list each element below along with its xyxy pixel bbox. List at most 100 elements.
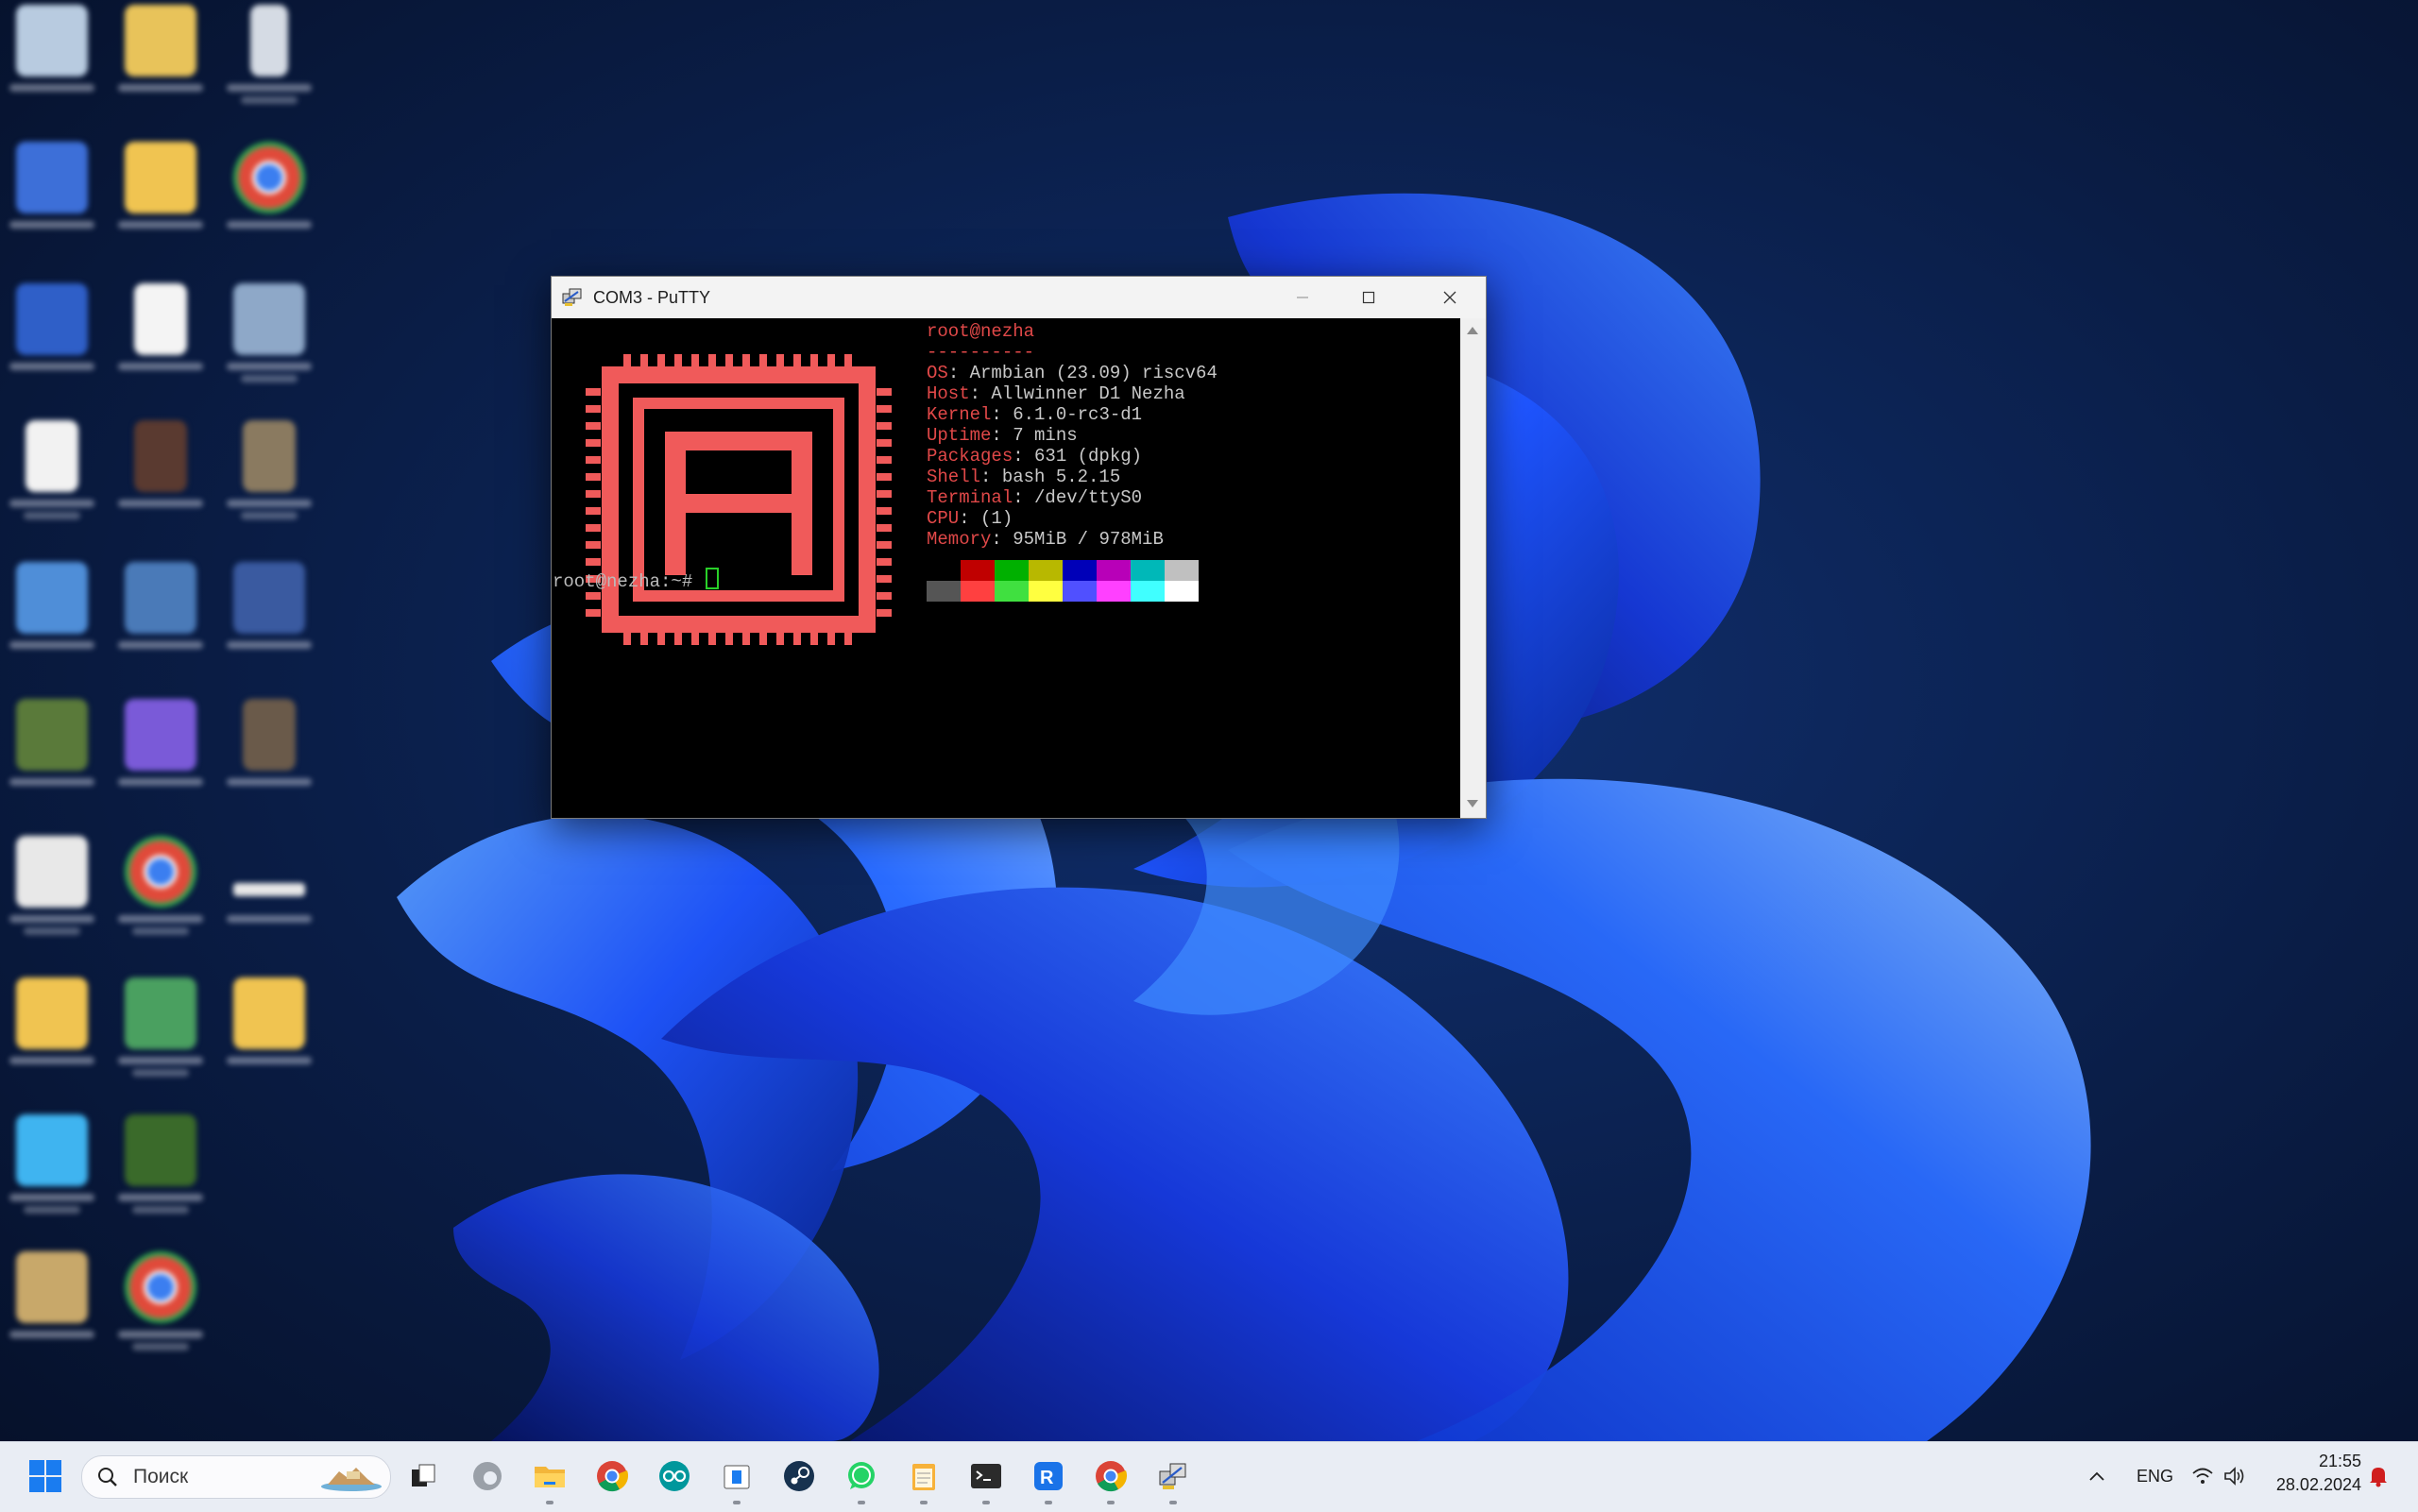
info-value: : 95MiB / 978MiB [991, 529, 1164, 550]
desktop-icon-app[interactable] [104, 1114, 217, 1237]
desktop-icon-chrome[interactable] [104, 1251, 217, 1374]
taskbar-app-edge[interactable] [467, 1455, 508, 1497]
volume-icon [2224, 1467, 2244, 1486]
desktop-icon-folder[interactable] [213, 977, 326, 1100]
desktop-icon-app[interactable] [0, 1251, 109, 1374]
info-key: Kernel [927, 404, 992, 425]
scroll-down-icon[interactable] [1467, 800, 1478, 807]
info-line: Kernel: 6.1.0-rc3-d1 [927, 404, 1142, 425]
desktop-icon-document[interactable] [0, 420, 109, 543]
search-box[interactable]: Поиск [81, 1455, 391, 1499]
taskbar-app-arduino[interactable] [654, 1455, 695, 1497]
desktop-icon-game[interactable] [104, 420, 217, 543]
info-line: Shell: bash 5.2.15 [927, 467, 1120, 487]
clock[interactable]: 21:55 28.02.2024 [2267, 1452, 2361, 1495]
taskbar-app-store[interactable] [716, 1455, 758, 1497]
taskbar-app-notepad[interactable] [903, 1455, 945, 1497]
info-key: CPU [927, 508, 960, 529]
terminal-icon [971, 1464, 1001, 1488]
desktop-icon-setup[interactable] [213, 283, 326, 406]
maximize-button[interactable] [1337, 277, 1401, 318]
notepad-icon [912, 1464, 935, 1490]
prompt-text: root@nezha:~# [553, 571, 704, 592]
color-swatch [927, 560, 961, 581]
edge-icon [473, 1462, 502, 1490]
desktop-icon-document[interactable] [104, 283, 217, 406]
window-titlebar[interactable]: COM3 - PuTTY [552, 277, 1486, 318]
desktop-icon-game[interactable] [213, 699, 326, 822]
info-key: OS [927, 363, 948, 383]
taskbar-app-chrome[interactable] [591, 1455, 633, 1497]
desktop-icon-game[interactable] [0, 836, 109, 959]
desktop-icon-app[interactable] [0, 1114, 109, 1237]
desktop-icon-folder[interactable] [104, 142, 217, 264]
desktop-icon-chrome[interactable] [104, 836, 217, 959]
taskbar-app-chrome[interactable] [1090, 1455, 1132, 1497]
putty-icon [562, 288, 582, 306]
desktop-icon-app[interactable] [104, 699, 217, 822]
start-button[interactable] [25, 1455, 66, 1497]
taskbar-app-whatsapp[interactable] [841, 1455, 882, 1497]
info-value: : 7 mins [991, 425, 1078, 446]
search-highlight-icon [321, 1468, 382, 1491]
info-line: Terminal: /dev/ttyS0 [927, 487, 1142, 508]
minimize-button[interactable] [1270, 277, 1335, 318]
desktop-icon-shortcut[interactable] [213, 836, 326, 959]
network-volume-button[interactable] [2188, 1455, 2250, 1497]
info-key: Packages [927, 446, 1013, 467]
taskbar-app-rstudio[interactable]: R [1028, 1455, 1069, 1497]
desktop-icon-app[interactable] [0, 562, 109, 685]
desktop-icon-recycle-bin[interactable] [0, 5, 109, 127]
info-key: Terminal [927, 487, 1013, 508]
vertical-scrollbar[interactable] [1460, 318, 1486, 818]
color-swatch [961, 560, 995, 581]
desktop-icon-folder[interactable] [104, 5, 217, 127]
taskbar-app-file-explorer[interactable] [529, 1455, 570, 1497]
running-indicator [546, 1501, 553, 1504]
taskbar-app-terminal[interactable] [965, 1455, 1007, 1497]
show-hidden-icons-button[interactable] [2076, 1455, 2118, 1497]
task-view-button[interactable] [402, 1455, 444, 1497]
taskbar-app-putty[interactable] [1152, 1455, 1194, 1497]
running-indicator [982, 1501, 990, 1504]
language-indicator[interactable]: ENG [2137, 1467, 2173, 1487]
putty-window[interactable]: COM3 - PuTTY root@nezha ---------- OS: A… [551, 276, 1487, 819]
info-line: Packages: 631 (dpkg) [927, 446, 1142, 467]
desktop-icon-app[interactable] [213, 562, 326, 685]
info-key: Memory [927, 529, 992, 550]
color-swatch [1165, 581, 1199, 602]
desktop-icon-app[interactable] [213, 5, 326, 127]
running-indicator [733, 1501, 741, 1504]
maximize-icon [1362, 291, 1375, 304]
desktop-icon-game[interactable] [213, 420, 326, 543]
color-swatch [927, 581, 961, 602]
info-value: : 631 (dpkg) [1013, 446, 1143, 467]
task-view-icon [412, 1464, 435, 1487]
scroll-up-icon[interactable] [1467, 327, 1478, 334]
info-line: CPU: (1) [927, 508, 1013, 529]
terminal-area[interactable]: root@nezha ---------- OS: Armbian (23.09… [552, 318, 1460, 818]
running-indicator [858, 1501, 865, 1504]
info-value: : Armbian (23.09) riscv64 [947, 363, 1218, 383]
taskbar-app-steam[interactable] [778, 1455, 820, 1497]
command-prompt[interactable]: root@nezha:~# [553, 568, 719, 592]
desktop-icon-folder[interactable] [0, 977, 109, 1100]
color-swatch [995, 560, 1029, 581]
notifications-button[interactable] [2359, 1455, 2397, 1497]
info-key: Shell [927, 467, 981, 487]
info-line: Memory: 95MiB / 978MiB [927, 529, 1164, 550]
desktop-icon-network[interactable] [0, 142, 109, 264]
close-icon [1443, 291, 1456, 304]
close-button[interactable] [1418, 277, 1482, 318]
color-swatch [961, 581, 995, 602]
color-swatch [1131, 560, 1165, 581]
desktop-icon-game[interactable] [0, 699, 109, 822]
clock-time: 21:55 [2318, 1452, 2361, 1470]
desktop-icon-app[interactable] [104, 562, 217, 685]
text-cursor [705, 568, 719, 589]
desktop-icon-network[interactable] [0, 283, 109, 406]
store-icon [724, 1465, 750, 1489]
desktop-icon-chrome[interactable] [213, 142, 326, 264]
running-indicator [1169, 1501, 1177, 1504]
desktop-icon-app[interactable] [104, 977, 217, 1100]
